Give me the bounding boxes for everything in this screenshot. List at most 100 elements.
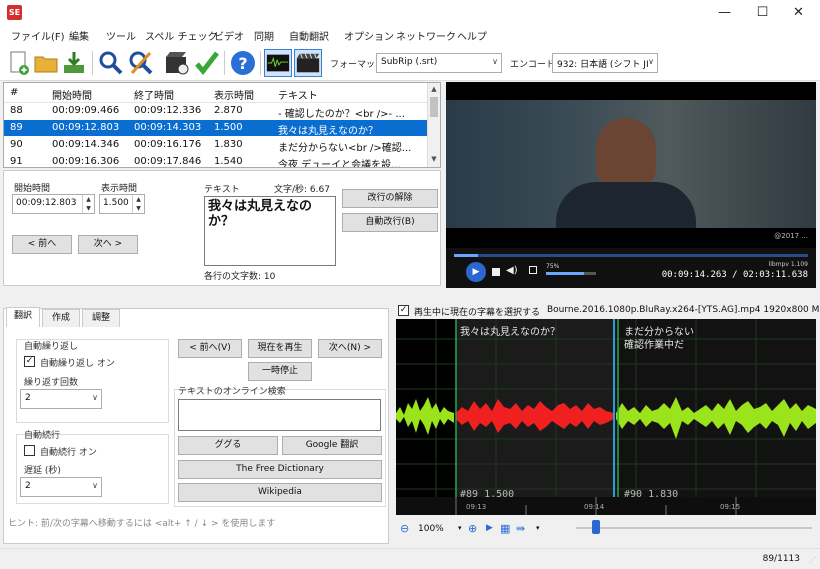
start-time-input[interactable]: 00:09:12.803 ▲ ▼ [12, 194, 95, 214]
menu-autotranslate[interactable]: 自動翻訳 [289, 28, 329, 43]
select-current-checkbox[interactable]: ✓ [398, 305, 409, 316]
waveform-info-90: #90 1.830 [624, 489, 679, 500]
subtitle-grid[interactable]: # 開始時間 終了時間 表示時間 テキスト 88 00:09:09.466 00… [3, 82, 441, 168]
pause-button[interactable]: 一時停止 [248, 362, 312, 381]
col-start-header[interactable]: 開始時間 [52, 87, 92, 102]
cell-start: 00:09:16.306 [52, 156, 120, 167]
position-slider[interactable] [576, 527, 812, 529]
encoding-select[interactable]: 932: 日本語 (シフト JI ∨ [552, 53, 658, 73]
spellcheck-icon[interactable] [193, 49, 221, 77]
cell-text: 今夜 デューイと会議を設... [278, 160, 401, 168]
subtitle-text-input[interactable]: 我々は丸見えなのか？ [204, 196, 336, 266]
menu-spellcheck[interactable]: スペル チェック [145, 28, 217, 43]
menu-video[interactable]: ビデオ [214, 28, 244, 43]
zoom-out-icon[interactable]: ⊖ [400, 522, 409, 535]
delay-value: 2 [25, 481, 31, 491]
menu-edit[interactable]: 編集 [69, 28, 89, 43]
letterbox-bottom [446, 228, 816, 248]
menu-help[interactable]: ヘルプ [457, 28, 487, 43]
table-row-selected[interactable]: 89 00:09:12.803 00:09:14.303 1.500 我々は丸見… [4, 120, 428, 137]
free-dictionary-button[interactable]: The Free Dictionary [178, 460, 382, 479]
cell-start: 00:09:14.346 [52, 139, 120, 150]
scroll-thumb[interactable] [430, 97, 438, 117]
zoom-in-icon[interactable]: ⊕ [468, 522, 477, 535]
next-subtitle-button[interactable]: 次へ > [78, 235, 138, 254]
fullscreen-icon[interactable] [529, 266, 537, 274]
table-row[interactable]: 90 00:09:14.346 00:09:16.176 1.830 まだ分から… [4, 137, 428, 154]
autocontinue-checkbox[interactable] [24, 445, 35, 456]
format-select[interactable]: SubRip (.srt) ∨ [376, 53, 502, 73]
video-frame[interactable]: @2017 ... [446, 82, 816, 248]
video-toggle-icon[interactable] [294, 49, 322, 77]
play-current-button[interactable]: 現在を再生 [248, 339, 312, 358]
col-end-header[interactable]: 終了時間 [134, 87, 174, 102]
close-button[interactable]: ✕ [776, 0, 820, 25]
scroll-up-icon[interactable]: ▲ [429, 85, 439, 93]
autorepeat-checkbox[interactable]: ✓ [24, 356, 35, 367]
auto-break-button[interactable]: 自動改行(B) [342, 213, 438, 232]
menu-sync[interactable]: 同期 [254, 28, 274, 43]
encoding-label: エンコード [510, 60, 556, 70]
duration-input[interactable]: 1.500 ▲ ▼ [99, 194, 145, 214]
repeat-count-select[interactable]: 2 ∨ [20, 389, 102, 409]
tab-translate[interactable]: 翻訳 [6, 307, 40, 327]
tab-adjust[interactable]: 調整 [82, 309, 120, 327]
waveform[interactable]: 我々は丸見えなのか？ まだ分からない 確認作業中だ #89 1.500 #90 … [396, 319, 816, 515]
toolbar-separator [92, 51, 93, 75]
col-number-header[interactable]: # [10, 87, 18, 98]
waveform-subtitle-90-line2: 確認作業中だ [624, 340, 684, 351]
play-icon[interactable]: ▶ [466, 262, 486, 282]
format-value: SubRip (.srt) [381, 57, 438, 67]
zoom-value[interactable]: 100% [418, 524, 444, 534]
replace-icon[interactable] [127, 49, 155, 77]
search-text-input[interactable] [178, 399, 381, 431]
new-file-icon[interactable] [4, 49, 32, 77]
table-row[interactable]: 88 00:09:09.466 00:09:12.336 2.870 - 確認し… [4, 103, 428, 120]
google-translate-button[interactable]: Google 翻訳 [282, 436, 382, 455]
menu-network[interactable]: ネットワーク [396, 28, 456, 43]
spin-updown-icon[interactable]: ▲ ▼ [82, 195, 94, 213]
hint-text: ヒント: 前/次の字幕へ移動するには <alt+ ↑ / ↓ > を使用します [8, 519, 276, 529]
grid-icon[interactable]: ▦ [500, 522, 510, 535]
waveform-toggle-icon[interactable] [264, 49, 292, 77]
visual-sync-icon[interactable] [163, 49, 191, 77]
chevron-down-icon: ∨ [92, 481, 98, 490]
prev-subtitle-button[interactable]: < 前へ [12, 235, 72, 254]
volume-icon[interactable]: ◀) [506, 265, 518, 276]
next-button[interactable]: 次へ(N) > [318, 339, 382, 358]
grid-scrollbar[interactable]: ▲ ▼ [427, 83, 440, 167]
tab-create[interactable]: 作成 [42, 309, 80, 327]
scroll-down-icon[interactable]: ▼ [429, 155, 439, 163]
find-icon[interactable] [97, 49, 125, 77]
save-icon[interactable] [60, 49, 88, 77]
prev-button[interactable]: < 前へ(V) [178, 339, 242, 358]
cell-duration: 2.870 [214, 105, 243, 116]
google-search-button[interactable]: ググる [178, 436, 278, 455]
col-duration-header[interactable]: 表示時間 [214, 87, 254, 102]
progress-fill [454, 254, 478, 257]
open-folder-icon[interactable] [32, 49, 60, 77]
arrows-icon[interactable]: ⇛ [516, 522, 525, 535]
menu-file[interactable]: ファイル(F) [11, 28, 65, 43]
waveform-header: ✓ 再生中に現在の字幕を選択する Bourne.2016.1080p.BluRa… [395, 303, 820, 319]
progress-track[interactable] [454, 254, 808, 257]
cps-label: 文字/秒: 6.67 [274, 185, 330, 195]
resize-grip-icon[interactable]: ⋰ [809, 556, 816, 564]
stop-icon[interactable] [492, 268, 500, 276]
menu-options[interactable]: オプション [344, 28, 394, 43]
zoom-dropdown-icon[interactable]: ▾ [458, 524, 462, 532]
delay-select[interactable]: 2 ∨ [20, 477, 102, 497]
play-icon[interactable]: ▶ [486, 523, 493, 533]
position-slider-thumb[interactable] [592, 520, 600, 534]
help-icon[interactable]: ? [229, 49, 257, 77]
video-file-info: Bourne.2016.1080p.BluRay.x264-[YTS.AG].m… [547, 305, 820, 315]
menu-tools[interactable]: ツール [106, 28, 136, 43]
options-dropdown-icon[interactable]: ▾ [536, 524, 540, 532]
table-row[interactable]: 91 00:09:16.306 00:09:17.846 1.540 今夜 デュ… [4, 154, 428, 168]
spin-updown-icon[interactable]: ▲ ▼ [132, 195, 144, 213]
wikipedia-button[interactable]: Wikipedia [178, 483, 382, 502]
video-player[interactable]: @2017 ... ▶ ◀) 75% libmpv 1.109 00:09:14… [446, 82, 816, 288]
delay-label: 遅延 (秒) [24, 466, 61, 476]
unbreak-button[interactable]: 改行の解除 [342, 189, 438, 208]
col-text-header[interactable]: テキスト [278, 87, 318, 102]
